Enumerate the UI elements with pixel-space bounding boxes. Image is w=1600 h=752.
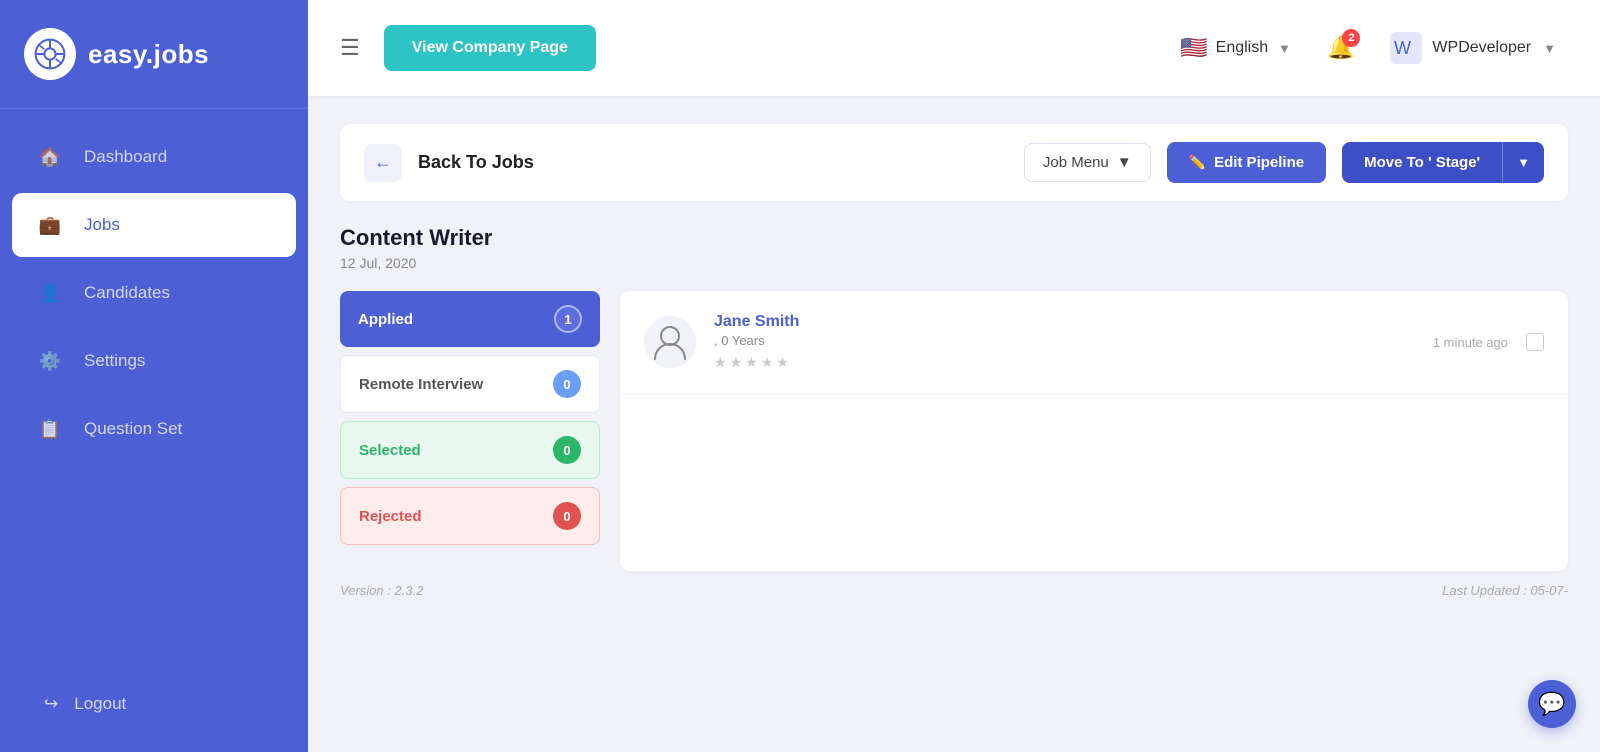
stage-applied-badge: 1 [554,305,582,333]
candidates-panel: Jane Smith , 0 Years ★ ★ ★ ★ ★ 1 minute … [620,291,1568,571]
pipeline-stages: Applied 1 Remote Interview 0 Selected 0 … [340,291,600,545]
candidate-experience: , 0 Years [714,333,1415,348]
star-1: ★ [714,354,727,371]
content-footer: Version : 2.3.2 Last Updated : 05-07- [340,571,1568,602]
sidebar-item-question-set[interactable]: 📋 Question Set [12,397,296,461]
jobs-icon: 💼 [32,207,68,243]
sidebar: easy.jobs 🏠 Dashboard 💼 Jobs 👤 Candidate… [0,0,308,752]
stage-rejected[interactable]: Rejected 0 [340,487,600,545]
sidebar-logo: easy.jobs [0,0,308,109]
back-label: Back To Jobs [418,152,1008,173]
sidebar-label-jobs: Jobs [84,215,120,235]
candidates-icon: 👤 [32,275,68,311]
candidate-name: Jane Smith [714,313,1415,331]
stage-remote-label: Remote Interview [359,376,483,393]
avatar [644,316,696,368]
main-content: ← Back To Jobs Job Menu ▼ ✏️ Edit Pipeli… [308,96,1600,752]
edit-pipeline-label: Edit Pipeline [1214,154,1304,171]
edit-pipeline-button[interactable]: ✏️ Edit Pipeline [1167,142,1326,183]
pencil-icon: ✏️ [1189,154,1206,171]
star-3: ★ [745,354,758,371]
move-to-stage-button[interactable]: Move To ' Stage' [1342,142,1502,183]
sidebar-label-logout: Logout [74,694,126,714]
sidebar-item-logout[interactable]: ↪ Logout [24,680,284,728]
table-row: Jane Smith , 0 Years ★ ★ ★ ★ ★ 1 minute … [620,291,1568,394]
job-menu-label: Job Menu [1043,154,1109,171]
sidebar-item-dashboard[interactable]: 🏠 Dashboard [12,125,296,189]
star-5: ★ [776,354,789,371]
stage-applied-label: Applied [358,311,413,328]
logout-icon: ↪ [44,694,58,714]
user-name-label: WPDeveloper [1432,39,1531,57]
job-title-section: Content Writer 12 Jul, 2020 [340,225,1568,271]
back-bar: ← Back To Jobs Job Menu ▼ ✏️ Edit Pipeli… [340,124,1568,201]
stage-remote-interview[interactable]: Remote Interview 0 [340,355,600,413]
pipeline-row: Applied 1 Remote Interview 0 Selected 0 … [340,291,1568,571]
job-menu-chevron-icon: ▼ [1117,154,1132,171]
stage-remote-badge: 0 [553,370,581,398]
chat-icon: 💬 [1538,691,1565,717]
job-menu-button[interactable]: Job Menu ▼ [1024,143,1151,182]
chat-bubble[interactable]: 💬 [1528,680,1576,728]
stage-selected-label: Selected [359,442,421,459]
last-updated-label: Last Updated : 05-07- [1442,583,1568,598]
settings-icon: ⚙️ [32,343,68,379]
main-area: ☰ View Company Page 🇺🇸 English ▼ 🔔 2 W W… [308,0,1600,752]
move-to-stage-group: Move To ' Stage' ▼ [1342,142,1544,183]
sidebar-label-settings: Settings [84,351,145,371]
hamburger-icon[interactable]: ☰ [340,35,360,61]
job-date: 12 Jul, 2020 [340,255,1568,271]
star-2: ★ [730,354,743,371]
stage-selected-badge: 0 [553,436,581,464]
move-to-stage-caret-button[interactable]: ▼ [1502,142,1544,183]
app-name: easy.jobs [88,39,209,70]
user-menu[interactable]: W WPDeveloper ▼ [1378,24,1568,72]
stage-rejected-label: Rejected [359,508,422,525]
sidebar-label-question-set: Question Set [84,419,182,439]
stage-selected[interactable]: Selected 0 [340,421,600,479]
language-chevron-icon: ▼ [1278,41,1291,56]
topbar: ☰ View Company Page 🇺🇸 English ▼ 🔔 2 W W… [308,0,1600,96]
notification-button[interactable]: 🔔 2 [1319,27,1362,69]
sidebar-nav: 🏠 Dashboard 💼 Jobs 👤 Candidates ⚙️ Setti… [0,125,308,668]
candidate-checkbox[interactable] [1526,333,1544,351]
question-set-icon: 📋 [32,411,68,447]
version-label: Version : 2.3.2 [340,583,423,598]
flag-icon: 🇺🇸 [1180,35,1207,61]
view-company-button[interactable]: View Company Page [384,25,596,71]
logo-icon [24,28,76,80]
sidebar-item-settings[interactable]: ⚙️ Settings [12,329,296,393]
user-logo-icon: W [1390,32,1422,64]
back-button[interactable]: ← [364,144,402,182]
sidebar-bottom: ↪ Logout [0,668,308,752]
sidebar-label-candidates: Candidates [84,283,170,303]
candidate-time: 1 minute ago [1433,335,1508,350]
user-chevron-icon: ▼ [1543,41,1556,56]
star-4: ★ [761,354,774,371]
svg-text:W: W [1394,38,1411,58]
sidebar-item-jobs[interactable]: 💼 Jobs [12,193,296,257]
stage-rejected-badge: 0 [553,502,581,530]
language-label: English [1216,39,1268,57]
sidebar-label-dashboard: Dashboard [84,147,167,167]
sidebar-item-candidates[interactable]: 👤 Candidates [12,261,296,325]
job-title: Content Writer [340,225,1568,251]
stage-applied[interactable]: Applied 1 [340,291,600,347]
language-selector[interactable]: 🇺🇸 English ▼ [1168,27,1303,69]
candidate-info: Jane Smith , 0 Years ★ ★ ★ ★ ★ [714,313,1415,371]
candidate-rating: ★ ★ ★ ★ ★ [714,354,1415,371]
notification-badge: 2 [1342,29,1360,47]
home-icon: 🏠 [32,139,68,175]
